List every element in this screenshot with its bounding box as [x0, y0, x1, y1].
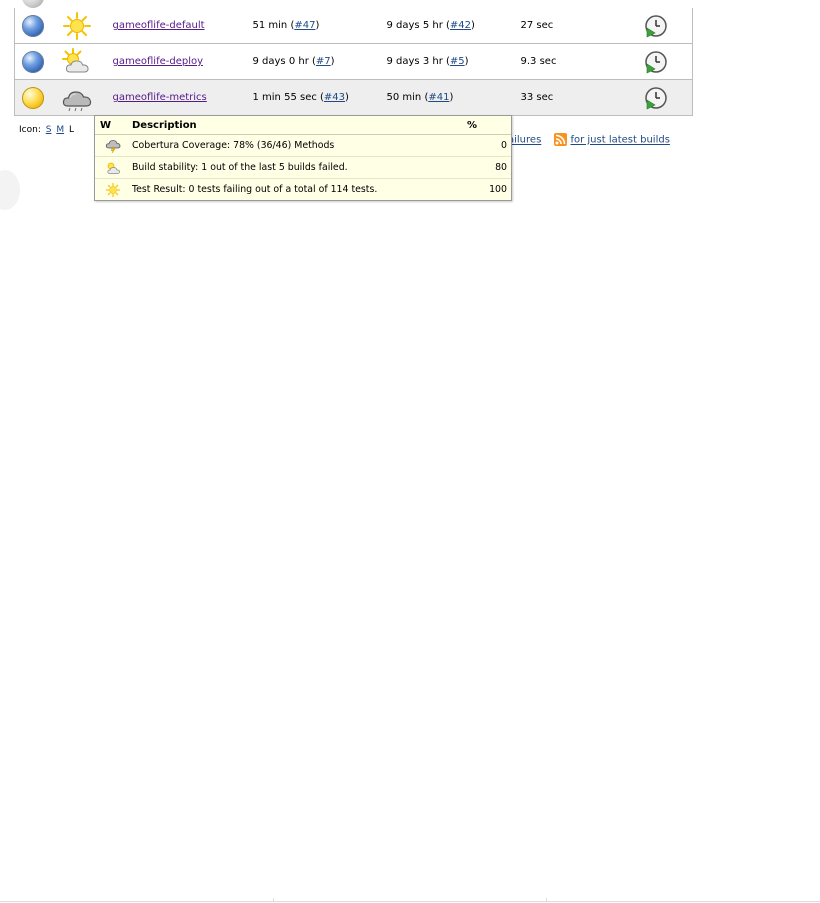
- paren: ): [345, 92, 349, 103]
- job-row: gameoflife-deploy 9 days 0 hr (#7) 9 day…: [14, 43, 693, 80]
- jobs-table: gameoflife-default 51 min (#47) 9 days 5…: [14, 8, 693, 116]
- tooltip-header-row: W Description %: [95, 116, 511, 135]
- job-name-cell: gameoflife-deploy: [112, 43, 253, 80]
- duration-cell: 9.3 sec: [520, 43, 639, 80]
- row-description: Test Result: 0 tests failing out of a to…: [132, 184, 378, 195]
- rss-failures-link[interactable]: ailures: [508, 135, 541, 146]
- last-success-text: 9 days 0 hr (: [252, 56, 316, 67]
- paren: ): [449, 92, 454, 103]
- sunny-icon: [105, 182, 120, 197]
- job-name-cell: gameoflife-metrics: [112, 79, 253, 116]
- rss-feed-icon: [554, 133, 568, 146]
- weather-column-header: W: [95, 116, 130, 135]
- last-failure-text: 50 min (: [386, 92, 429, 103]
- health-report-table: W Description % Cobertura Coverage: 78% …: [95, 116, 511, 200]
- job-link[interactable]: gameoflife-metrics: [113, 92, 207, 103]
- partly-cloudy-icon: [106, 162, 120, 174]
- job-row: gameoflife-default 51 min (#47) 9 days 5…: [14, 8, 693, 44]
- weather-cell: [54, 8, 113, 44]
- row-weather-cell: [95, 134, 130, 157]
- duration-cell: 33 sec: [520, 79, 639, 116]
- status-cell: [14, 43, 55, 80]
- build-link[interactable]: #42: [450, 20, 471, 31]
- build-link[interactable]: #7: [316, 56, 331, 67]
- job-name-cell: gameoflife-default: [112, 8, 253, 44]
- divider-tick: [546, 898, 547, 902]
- paren: ): [471, 20, 475, 31]
- description-column-header: Description: [130, 116, 467, 135]
- schedule-cell: [638, 43, 693, 80]
- job-link[interactable]: gameoflife-default: [113, 20, 205, 31]
- weather-cell: [54, 79, 113, 116]
- icon-size-label: Icon:: [19, 125, 41, 135]
- row-percent: 0: [467, 134, 511, 157]
- schedule-build-clock-icon[interactable]: [644, 50, 668, 74]
- row-weather-cell: [95, 156, 130, 179]
- row-percent: 80: [467, 156, 511, 179]
- paren: ): [315, 20, 320, 31]
- row-description: Build stability: 1 out of the last 5 bui…: [130, 156, 467, 179]
- icon-size-medium-link[interactable]: M: [56, 125, 64, 135]
- duration-cell: 27 sec: [520, 8, 639, 44]
- row-description: Cobertura Coverage: 78% (36/46) Methods: [130, 134, 467, 157]
- schedule-cell: [638, 79, 693, 116]
- status-cell: [14, 8, 55, 44]
- paren: ): [330, 56, 335, 67]
- last-failure-cell: 9 days 3 hr (#5): [386, 43, 521, 80]
- schedule-build-clock-icon[interactable]: [644, 86, 668, 110]
- last-failure-text: 9 days 3 hr (: [386, 56, 450, 67]
- rss-latest-builds-link[interactable]: for just latest builds: [570, 135, 669, 146]
- divider-tick: [273, 898, 274, 902]
- last-failure-cell: 50 min (#41): [386, 79, 521, 116]
- build-link[interactable]: #47: [294, 20, 315, 31]
- last-failure-text: 9 days 5 hr (: [386, 20, 450, 31]
- row-weather-cell: [95, 179, 130, 201]
- build-link[interactable]: #5: [450, 56, 465, 67]
- status-ball-icon: [22, 0, 44, 8]
- last-success-text: 51 min (: [252, 20, 295, 31]
- health-report-tooltip: W Description % Cobertura Coverage: 78% …: [94, 115, 512, 201]
- build-link[interactable]: #41: [428, 92, 449, 103]
- paren: ): [464, 56, 469, 67]
- rss-feed-links: ailures for just latest builds: [508, 133, 670, 146]
- partly-cloudy-icon: [61, 47, 89, 72]
- job-link[interactable]: gameoflife-deploy: [113, 56, 204, 67]
- yellow-ball-icon: [22, 86, 44, 109]
- last-success-cell: 1 min 55 sec (#43): [252, 79, 387, 116]
- tooltip-row: Cobertura Coverage: 78% (36/46) Methods …: [95, 134, 511, 157]
- build-link[interactable]: #43: [324, 92, 345, 103]
- schedule-build-clock-icon[interactable]: [644, 14, 668, 38]
- background-decoration: [0, 170, 20, 210]
- icon-size-small-link[interactable]: S: [46, 125, 52, 135]
- sunny-icon: [62, 11, 91, 40]
- tooltip-row: Test Result: 0 tests failing out of a to…: [95, 179, 511, 201]
- weather-cell: [54, 43, 113, 80]
- tooltip-row: Build stability: 1 out of the last 5 bui…: [95, 156, 511, 179]
- percent-column-header: %: [467, 116, 511, 135]
- last-success-cell: 51 min (#47): [252, 8, 387, 44]
- job-row-highlighted: gameoflife-metrics 1 min 55 sec (#43) 50…: [14, 79, 693, 116]
- storm-icon: [105, 139, 120, 153]
- status-cell: [14, 79, 55, 116]
- row-percent: 100: [489, 184, 507, 195]
- cloudy-icon[interactable]: [61, 84, 93, 112]
- icon-size-selector: Icon: S M L: [19, 125, 74, 135]
- blue-ball-icon: [22, 50, 44, 73]
- last-success-cell: 9 days 0 hr (#7): [252, 43, 387, 80]
- bottom-divider: [0, 898, 820, 902]
- blue-ball-icon: [22, 14, 44, 37]
- icon-size-large-current: L: [68, 125, 74, 135]
- schedule-cell: [638, 8, 693, 44]
- last-failure-cell: 9 days 5 hr (#42): [386, 8, 521, 44]
- last-success-text: 1 min 55 sec (: [252, 92, 324, 103]
